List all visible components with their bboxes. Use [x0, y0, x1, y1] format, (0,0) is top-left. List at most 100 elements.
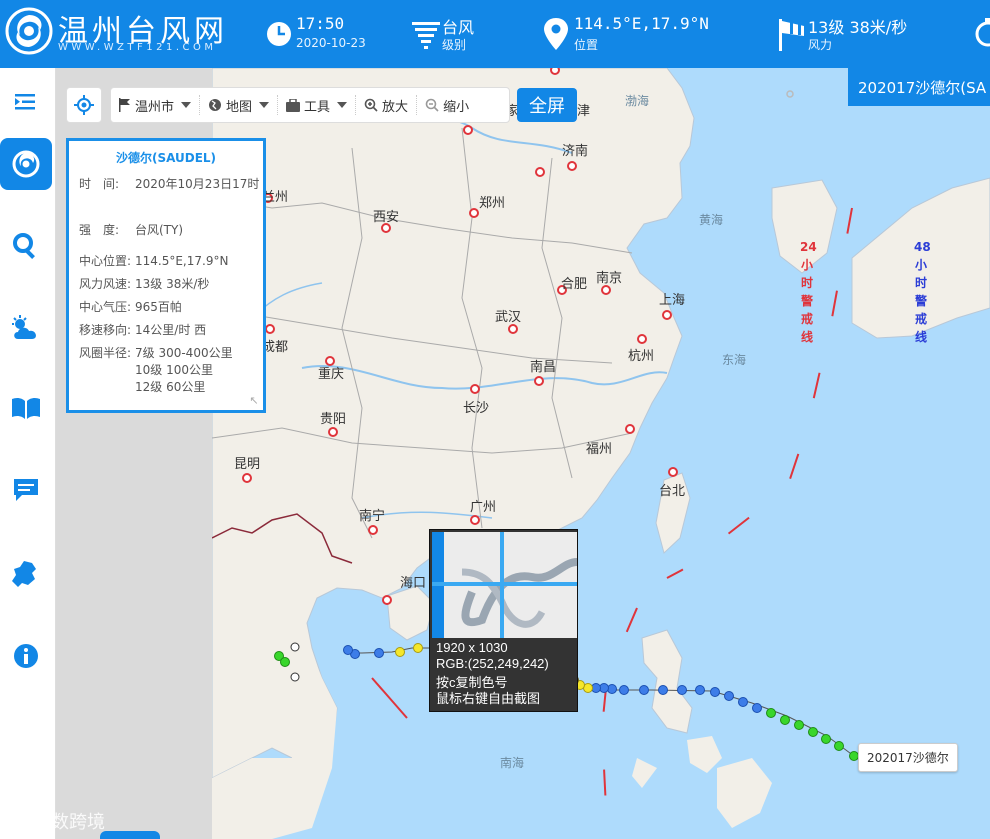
zoom-in-button[interactable]: 放大 [356, 95, 418, 115]
info-value: 965百帕 [135, 300, 182, 314]
tools-select[interactable]: 工具 [278, 95, 357, 115]
chevron-down-icon [259, 102, 270, 108]
map-toolbar: 温州市 地图 工具 放大 缩小 [110, 87, 510, 123]
wind-value: 13级 38米/秒 [808, 18, 908, 37]
warning-line-48-label: 48小时警戒线 [914, 240, 931, 344]
resize-corner-icon[interactable]: ↖ [247, 394, 261, 408]
nav-weather-button[interactable] [0, 302, 52, 354]
info-key: 风力风速: [79, 277, 132, 291]
nav-search-button[interactable] [0, 220, 52, 272]
watermark: ◎ 大数跨境 [14, 808, 105, 834]
locate-button[interactable] [66, 87, 102, 123]
typhoon-map[interactable]: 济南 郑州 西安 合肥 南京 上海 武汉 杭州 成都 重庆 南昌 长沙 贵阳 福… [212, 68, 990, 839]
side-nav [0, 68, 56, 839]
info-value: 10级 100公里 [135, 363, 213, 377]
city-select-label: 温州市 [135, 99, 175, 115]
city-label-福州: 福州 [586, 442, 613, 457]
city-label-济南: 济南 [562, 144, 589, 159]
windsock-icon [779, 19, 804, 51]
typhoon-info-panel: 沙德尔(SAUDEL) 时 间: 2020年10月23日17时 强 度: 台风(TY… [66, 138, 266, 413]
magnifier-image [432, 532, 577, 638]
info-key: 移速移向: [79, 323, 132, 337]
city-label-重庆: 重庆 [318, 367, 345, 382]
city-label-津: 津 [577, 104, 591, 119]
typhoon-tab[interactable]: 202017沙德尔(SA [848, 68, 990, 106]
nav-book-button[interactable] [0, 382, 52, 434]
panel-title: 沙德尔(SAUDEL) [115, 151, 217, 165]
location-pin-icon [544, 18, 568, 50]
zoom-out-label: 缩小 [443, 99, 470, 115]
city-label-上海: 上海 [659, 293, 686, 308]
track-label[interactable]: 202017沙德尔 [858, 743, 958, 772]
info-row-center: 中心位置: 114.5°E,17.9°N [79, 252, 228, 269]
info-key: 风圈半径: [79, 346, 132, 360]
city-select[interactable]: 温州市 [111, 95, 201, 115]
position-value: 114.5°E,17.9°N [574, 14, 709, 33]
city-label-台北: 台北 [659, 484, 686, 499]
info-row-movement: 移速移向: 14公里/时 西 [79, 321, 206, 338]
clock-icon [267, 22, 291, 46]
city-label-广州: 广州 [470, 500, 497, 515]
wind-label: 风力 [808, 38, 833, 52]
info-key: 中心位置: [79, 254, 132, 268]
region-map-icon [12, 561, 36, 587]
info-row-intensity: 强 度: 台风(TY) [79, 221, 183, 238]
flag-icon [119, 98, 130, 112]
info-key: 时 间: [79, 177, 120, 191]
info-value: 14公里/时 西 [135, 323, 207, 337]
city-label-长沙: 长沙 [463, 401, 490, 416]
chat-icon [14, 479, 38, 501]
book-icon [12, 397, 40, 419]
level-label: 级别 [442, 38, 467, 52]
map-layer-label: 地图 [226, 99, 253, 115]
info-value: 13级 38米/秒 [135, 277, 210, 291]
position-label: 位置 [574, 38, 599, 52]
sea-label: 黄海 [699, 213, 724, 227]
city-label-南京: 南京 [596, 271, 623, 286]
city-label-贵阳: 贵阳 [320, 412, 347, 427]
watermark-text: 大数跨境 [33, 812, 106, 833]
bottom-tab-handle[interactable] [100, 831, 160, 839]
typhoon-logo-icon[interactable] [4, 6, 54, 56]
nav-info-button[interactable] [0, 630, 52, 682]
city-label-杭州: 杭州 [628, 349, 655, 364]
screenshot-hint: 鼠标右键自由截图 [436, 691, 541, 706]
brand-url: WWW.WZTF121.COM [58, 42, 217, 53]
info-row-wind: 风力风速: 13级 38米/秒 [79, 275, 209, 292]
warning-line-24 [666, 207, 853, 579]
map-layer-select[interactable]: 地图 [200, 95, 279, 115]
tools-label: 工具 [304, 99, 331, 115]
nav-message-button[interactable] [0, 464, 52, 516]
city-label-武汉: 武汉 [495, 310, 522, 325]
info-key: 强 度: [79, 223, 120, 237]
sea-label: 渤海 [625, 94, 650, 108]
nav-typhoon-button[interactable] [0, 138, 52, 190]
search-icon [13, 233, 35, 259]
typhoon-icon [12, 150, 40, 178]
info-key: 中心气压: [79, 300, 132, 314]
fullscreen-button[interactable]: 全屏 [517, 88, 577, 122]
date-label: 2020-10-23 [296, 36, 366, 50]
city-label-南宁: 南宁 [359, 509, 386, 524]
city-label-郑州: 郑州 [479, 196, 506, 211]
menu-toggle-button[interactable] [0, 76, 52, 128]
nav-region-button[interactable] [0, 548, 52, 600]
warning-line-24-label: 24小时警戒线 [800, 240, 817, 344]
zoom-out-button[interactable]: 缩小 [417, 95, 477, 115]
color-picker-overlay: 1920 x 1030 RGB:(252,249,242) 按c复制色号 鼠标右… [429, 529, 578, 712]
info-row-pressure: 中心气压: 965百帕 [79, 298, 182, 315]
city-label-合肥: 合肥 [561, 277, 588, 292]
pressure-gauge-icon [975, 18, 990, 47]
zoom-in-icon [364, 98, 378, 112]
menu-collapse-icon [15, 94, 35, 110]
info-value: 7级 300-400公里 [135, 346, 233, 360]
sea-label: 南海 [500, 756, 525, 770]
city-label-海口: 海口 [400, 576, 427, 591]
city-label-南昌: 南昌 [530, 360, 557, 375]
app-header: 温州台风网 WWW.WZTF121.COM 17:50 2020-10-23 台… [0, 0, 990, 68]
time-value: 17:50 [296, 14, 345, 33]
info-value: 114.5°E,17.9°N [135, 254, 229, 268]
screen-size: 1920 x 1030 [436, 640, 508, 655]
typhoon-level-icon [412, 22, 440, 49]
toolbox-icon [286, 98, 301, 112]
